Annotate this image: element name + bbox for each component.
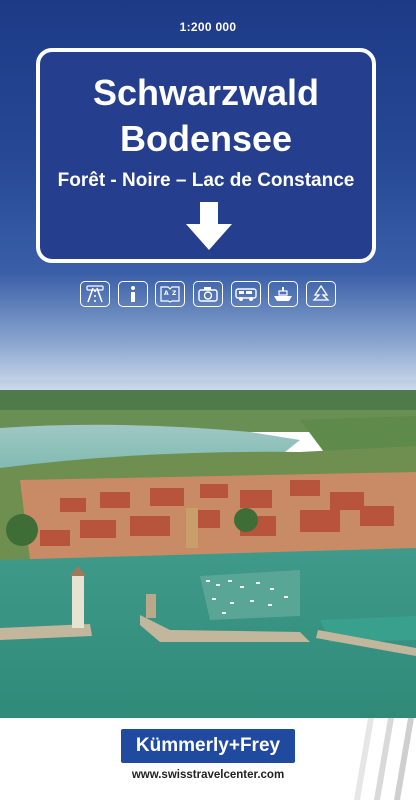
subtitle: Forêt - Noire – Lac de Constance	[57, 170, 355, 191]
ship-icon	[268, 281, 299, 307]
title-line-1: Schwarzwald	[92, 72, 320, 113]
cover-header: 1:200 000 Schwarzwald Bodensee Forêt - N…	[0, 0, 416, 390]
road-map-icon	[80, 281, 110, 307]
svg-text:Z: Z	[172, 290, 177, 297]
camper-van-icon	[230, 281, 261, 307]
camera-icon	[192, 281, 223, 307]
tree-icon	[305, 281, 336, 307]
title-line-2: Bodensee	[119, 118, 293, 159]
down-arrow-icon	[186, 202, 232, 250]
title-sign: Schwarzwald Bodensee Forêt - Noire – Lac…	[36, 48, 376, 263]
map-scale: 1:200 000	[179, 20, 237, 34]
feature-icons: AZ	[80, 281, 336, 309]
info-icon	[117, 281, 148, 307]
a-z-index-icon: AZ	[155, 281, 186, 307]
publisher-logo: Kümmerly+Frey	[121, 729, 295, 763]
svg-text:A: A	[164, 290, 169, 297]
fold-stripes	[354, 718, 414, 800]
aerial-photo-lindau	[0, 380, 416, 720]
